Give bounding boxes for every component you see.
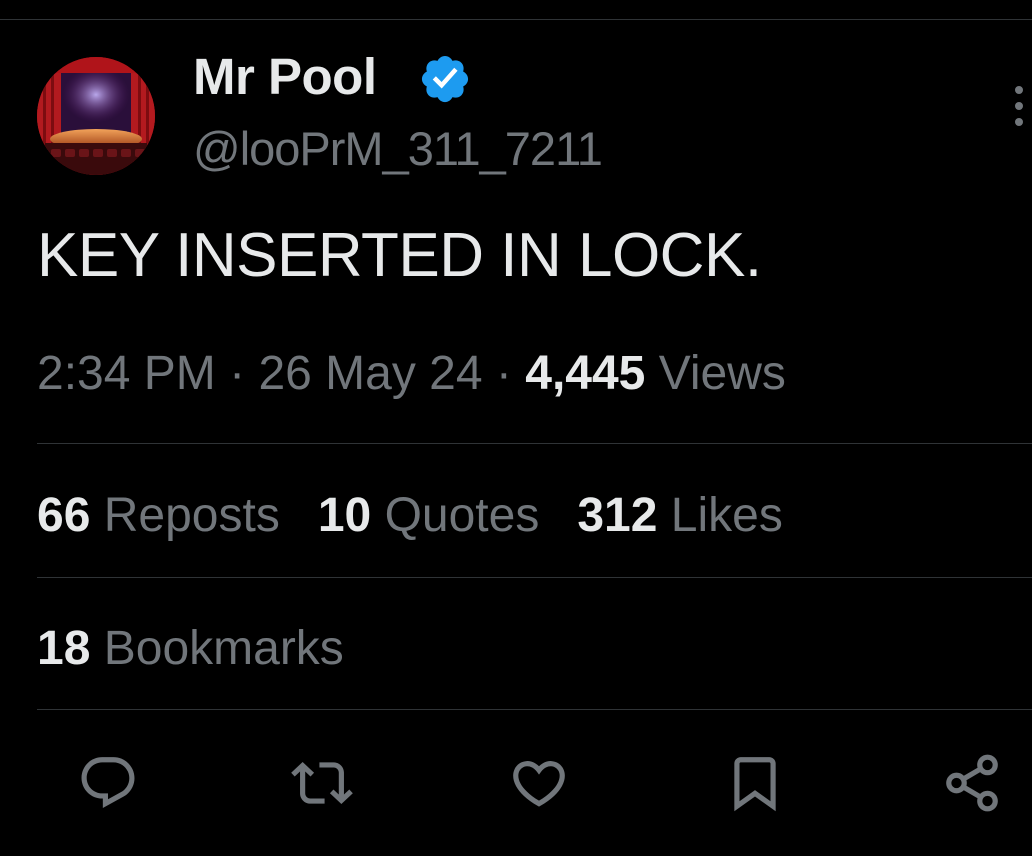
- tweet-text: KEY INSERTED IN LOCK.: [37, 221, 762, 290]
- handle[interactable]: @looPrM_311_7211: [193, 119, 603, 179]
- reply-icon: [81, 757, 135, 809]
- reply-button[interactable]: [73, 748, 143, 818]
- meta-separator: ·: [495, 347, 512, 400]
- tweet-time[interactable]: 2:34 PM: [37, 347, 216, 400]
- reposts-count: 66: [37, 489, 91, 542]
- verified-badge-icon: [421, 55, 469, 103]
- more-options-icon[interactable]: [1010, 84, 1028, 128]
- tweet-meta: 2:34 PM · 26 May 24 · 4,445 Views: [37, 342, 786, 406]
- top-divider: [0, 19, 1032, 20]
- display-name[interactable]: Mr Pool: [193, 45, 377, 109]
- divider: [37, 577, 1032, 578]
- reposts-stat[interactable]: 66 Reposts: [37, 489, 280, 542]
- like-button[interactable]: [504, 748, 574, 818]
- bookmarks-stat[interactable]: 18 Bookmarks: [37, 617, 344, 681]
- like-icon: [513, 761, 565, 807]
- bookmarks-label: Bookmarks: [103, 622, 344, 675]
- quotes-count: 10: [317, 489, 372, 542]
- engagement-stats: 66 Reposts 10 Quotes 312 Likes: [37, 484, 821, 548]
- action-bar: [0, 748, 1032, 818]
- likes-count: 312: [577, 489, 658, 542]
- quotes-label: Quotes: [384, 489, 540, 542]
- share-icon: [946, 754, 998, 812]
- views-label: Views: [658, 347, 786, 400]
- reposts-label: Reposts: [103, 489, 280, 542]
- share-button[interactable]: [937, 748, 1007, 818]
- repost-button[interactable]: [287, 748, 357, 818]
- bookmark-button[interactable]: [720, 748, 790, 818]
- likes-stat[interactable]: 312 Likes: [577, 489, 783, 542]
- likes-label: Likes: [670, 489, 783, 542]
- repost-icon: [291, 762, 353, 804]
- theater-stage-avatar-image: [37, 57, 155, 175]
- divider: [37, 443, 1032, 444]
- avatar[interactable]: [37, 57, 155, 175]
- meta-separator: ·: [229, 347, 246, 400]
- tweet-date[interactable]: 26 May 24: [258, 347, 482, 400]
- divider: [37, 709, 1032, 710]
- quotes-stat[interactable]: 10 Quotes: [318, 489, 540, 542]
- views-count: 4,445: [525, 347, 646, 400]
- bookmark-icon: [734, 757, 776, 812]
- bookmarks-count: 18: [37, 622, 91, 675]
